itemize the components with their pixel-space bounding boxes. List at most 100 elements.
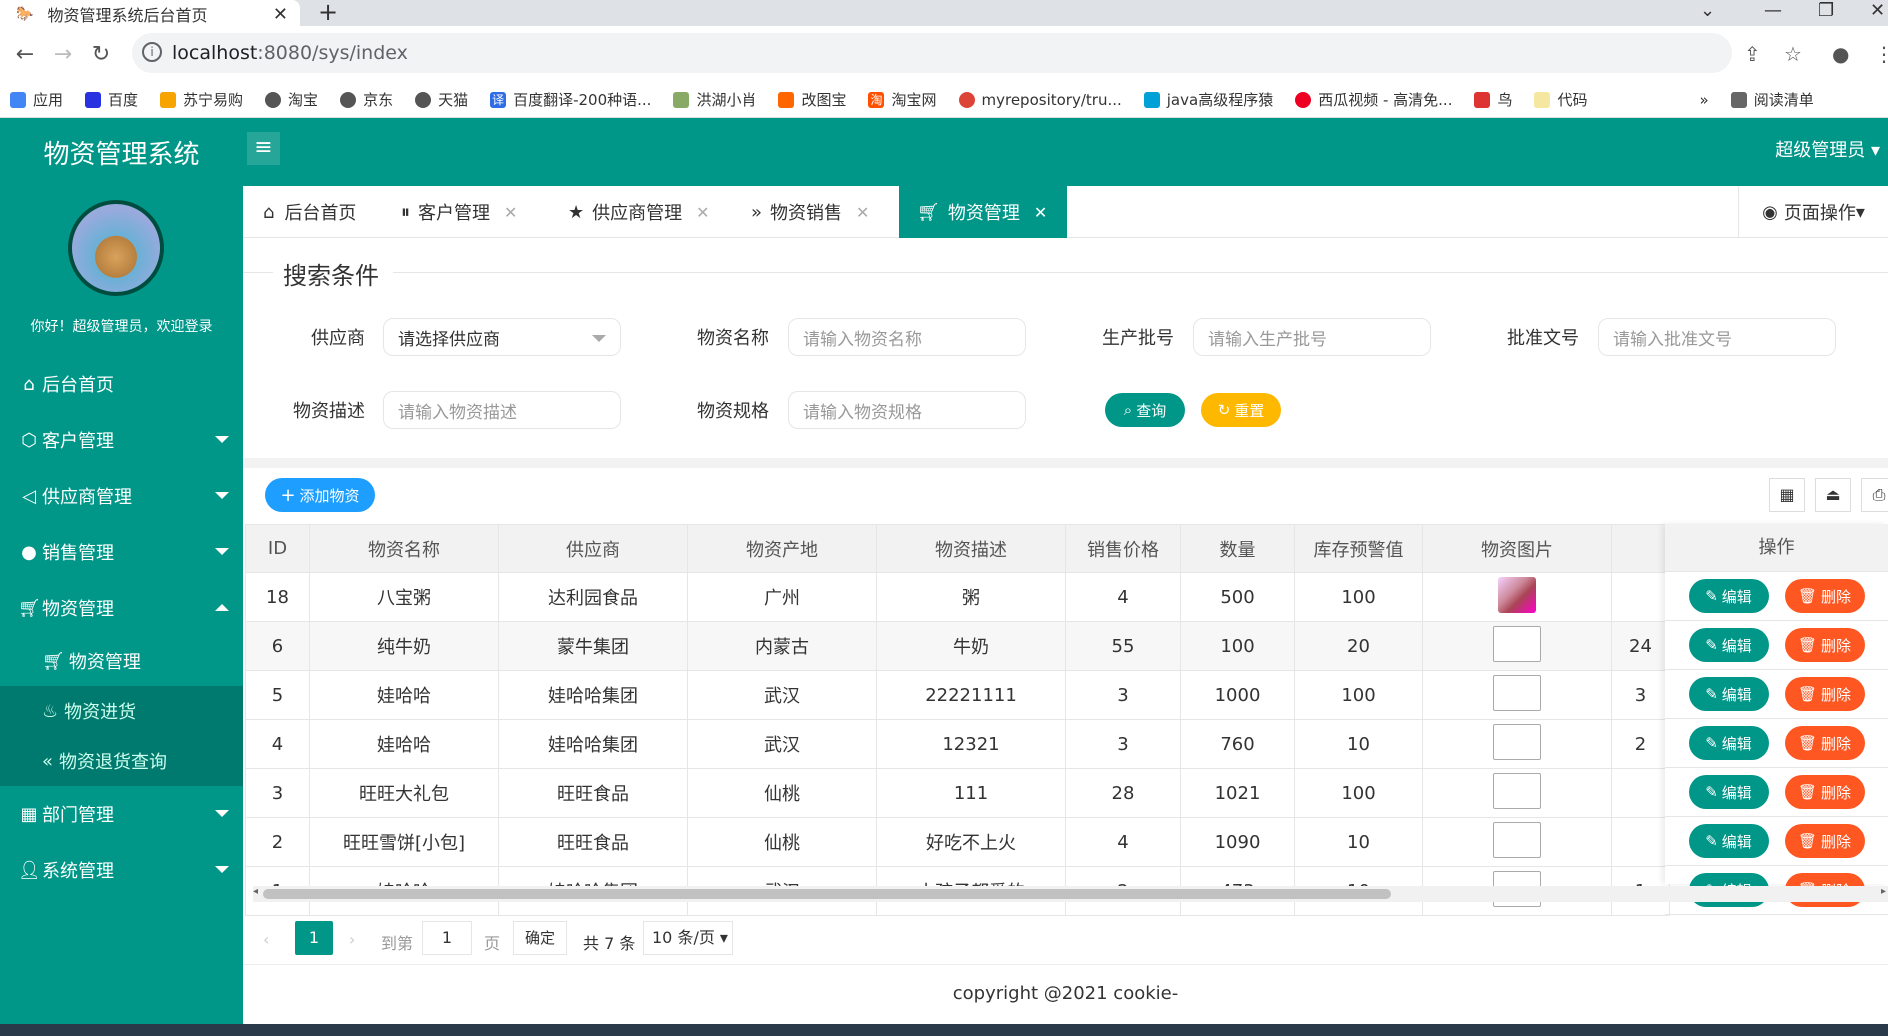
close-icon[interactable]: ✕ [856, 203, 869, 222]
url-field[interactable]: i localhost:8080/sys/index [132, 33, 1732, 73]
confirm-page-button[interactable]: 确定 [513, 921, 567, 955]
bookmark-item[interactable]: 改图宝 [778, 89, 846, 110]
per-page-select[interactable]: 10 条/页 ▾ [643, 921, 733, 955]
edit-button[interactable]: ✎编辑 [1688, 726, 1769, 760]
reload-icon[interactable]: ↻ [88, 42, 114, 67]
supplier-select[interactable]: 请选择供应商 [383, 318, 621, 356]
delete-button[interactable]: 🗑︎删除 [1784, 677, 1865, 711]
menu-toggle-icon[interactable]: ≡ [247, 132, 280, 165]
bookmark-item[interactable]: java高级程序猿 [1143, 89, 1273, 110]
goods-image[interactable] [1493, 674, 1541, 711]
site-info-icon[interactable]: i [142, 42, 162, 62]
reset-button[interactable]: ↻ 重置 [1201, 393, 1281, 427]
prev-page-icon[interactable]: ‹ [263, 930, 269, 949]
more-bookmarks-icon[interactable]: » [1700, 91, 1709, 109]
bookmark-item[interactable]: myrepository/tru... [958, 91, 1122, 109]
bookmark-item[interactable]: 淘宝 [265, 89, 318, 110]
edit-button[interactable]: ✎编辑 [1688, 628, 1769, 662]
tab-suppliers[interactable]: ★ 供应商管理 ✕ [568, 186, 710, 238]
sidebar-subitem-return[interactable]: «物资退货查询 [0, 736, 243, 786]
column-header[interactable]: 供应商 [498, 524, 688, 573]
edit-button[interactable]: ✎编辑 [1688, 775, 1769, 809]
sidebar-item-departments[interactable]: ▦ 部门管理 [0, 786, 243, 842]
sidebar-subitem-purchase[interactable]: ♨ 物资进货 [0, 686, 243, 736]
bookmark-item[interactable]: 鸟 [1474, 89, 1512, 110]
bookmark-item[interactable]: 洪湖小肖 [673, 89, 756, 110]
goods-image[interactable] [1493, 821, 1541, 858]
bookmark-item[interactable]: 西瓜视频 - 高清免... [1295, 89, 1452, 110]
column-header[interactable] [1611, 524, 1670, 573]
goods-image[interactable] [1493, 772, 1541, 809]
delete-button[interactable]: 🗑︎删除 [1784, 628, 1865, 662]
scrollbar-thumb[interactable] [263, 889, 1391, 899]
bookmark-item[interactable]: 译百度翻译-200种语... [490, 89, 651, 110]
current-page[interactable]: 1 [295, 921, 333, 955]
minimize-button[interactable]: — [1764, 0, 1782, 21]
profile-icon[interactable]: ● [1832, 42, 1849, 66]
bookmark-item[interactable]: 京东 [340, 89, 393, 110]
bookmark-item[interactable]: 天猫 [415, 89, 468, 110]
reading-list[interactable]: 阅读清单 [1730, 89, 1814, 110]
table-row[interactable]: 3 旺旺大礼包 旺旺食品 仙桃 111 28 1021 100 [245, 768, 1670, 818]
forward-icon[interactable]: → [50, 42, 76, 67]
back-icon[interactable]: ← [12, 42, 38, 67]
goods-image[interactable] [1498, 576, 1536, 613]
goods-image[interactable] [1493, 625, 1541, 662]
column-header[interactable]: 物资产地 [687, 524, 877, 573]
delete-button[interactable]: 🗑︎删除 [1784, 579, 1865, 613]
column-header[interactable]: 物资描述 [876, 524, 1066, 573]
sidebar-subitem-goods[interactable]: 🛒︎ 物资管理 [0, 636, 243, 686]
menu-dots-icon[interactable]: ⋮ [1874, 42, 1888, 66]
query-button[interactable]: ⌕ 查询 [1105, 393, 1185, 427]
edit-button[interactable]: ✎编辑 [1688, 579, 1769, 613]
new-tab-button[interactable]: + [318, 0, 338, 26]
table-row[interactable]: 2 旺旺雪饼[小包] 旺旺食品 仙桃 好吃不上火 4 1090 10 [245, 817, 1670, 867]
close-icon[interactable]: ✕ [696, 203, 709, 222]
page-number-input[interactable]: 1 [422, 921, 472, 955]
close-tab-icon[interactable]: ✕ [273, 4, 288, 25]
edit-button[interactable]: ✎编辑 [1688, 677, 1769, 711]
tab-customers[interactable]: ⏸︎ 客户管理 ✕ [401, 186, 517, 238]
goods-image[interactable] [1493, 723, 1541, 760]
bookmark-item[interactable]: 代码 [1534, 89, 1588, 110]
approval-input[interactable]: 请输入批准文号 [1598, 318, 1836, 356]
table-row[interactable]: 4 娃哈哈 娃哈哈集团 武汉 12321 3 760 10 2 [245, 719, 1670, 769]
close-icon[interactable]: ✕ [1034, 203, 1047, 222]
desc-input[interactable]: 请输入物资描述 [383, 391, 621, 429]
tab-search-icon[interactable]: ⌄ [1700, 0, 1715, 21]
close-icon[interactable]: ✕ [504, 203, 517, 222]
sidebar-item-goods[interactable]: 🛒︎ 物资管理 [0, 580, 243, 636]
edit-button[interactable]: ✎编辑 [1688, 824, 1769, 858]
column-header[interactable]: 数量 [1180, 524, 1295, 573]
tab-home[interactable]: ⌂ 后台首页 [263, 186, 356, 238]
close-window-button[interactable]: ✕ [1870, 0, 1885, 21]
column-header[interactable]: ID [245, 524, 310, 573]
sidebar-item-suppliers[interactable]: ◁ 供应商管理 [0, 468, 243, 524]
bookmark-star-icon[interactable]: ☆ [1784, 42, 1802, 66]
page-operations-menu[interactable]: ◉ 页面操作 ▾ [1738, 186, 1888, 238]
table-row[interactable]: 5 娃哈哈 娃哈哈集团 武汉 22221111 3 1000 100 3 [245, 670, 1670, 720]
share-icon[interactable]: ⇪ [1744, 42, 1761, 66]
print-icon[interactable]: ⎙ [1861, 478, 1888, 512]
sidebar-item-sales[interactable]: ● 销售管理 [0, 524, 243, 580]
scroll-left-icon[interactable]: ◂ [253, 886, 258, 897]
column-header[interactable]: 销售价格 [1065, 524, 1181, 573]
column-header[interactable]: 库存预警值 [1294, 524, 1423, 573]
table-row[interactable]: 6 纯牛奶 蒙牛集团 内蒙古 牛奶 55 100 20 24 [245, 621, 1670, 671]
export-icon[interactable]: ⏏ [1815, 478, 1851, 512]
horizontal-scrollbar[interactable]: ◂ ▸ [253, 886, 1888, 902]
add-goods-button[interactable]: + 添加物资 [265, 478, 375, 512]
column-header[interactable]: 物资名称 [309, 524, 499, 573]
next-page-icon[interactable]: › [349, 930, 355, 949]
table-row[interactable]: 18 八宝粥 达利园食品 广州粥 4 500 100 [245, 572, 1670, 622]
bookmark-item[interactable]: 淘淘宝网 [868, 89, 937, 110]
bookmark-item[interactable]: 百度 [85, 89, 138, 110]
columns-filter-icon[interactable]: ▦ [1769, 478, 1805, 512]
sidebar-item-home[interactable]: ⌂ 后台首页 [0, 356, 243, 412]
spec-input[interactable]: 请输入物资规格 [788, 391, 1026, 429]
maximize-button[interactable]: ❐ [1818, 0, 1834, 21]
tab-goods[interactable]: 🛒︎ 物资管理 ✕ [899, 186, 1067, 238]
delete-button[interactable]: 🗑︎删除 [1784, 824, 1865, 858]
name-input[interactable]: 请输入物资名称 [788, 318, 1026, 356]
user-menu[interactable]: 超级管理员 ▾ [1775, 136, 1880, 162]
